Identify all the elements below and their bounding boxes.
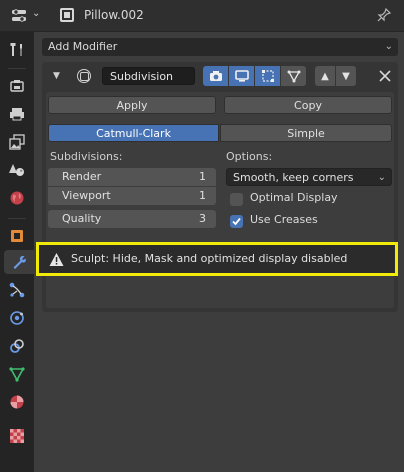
viewport-levels-value: 1 <box>199 189 206 202</box>
cone-sphere-icon <box>9 164 24 176</box>
render-levels-value: 1 <box>199 170 206 183</box>
move-down-button[interactable]: ▼ <box>336 66 356 86</box>
object-icon <box>60 8 74 22</box>
options-label: Options: <box>226 150 273 163</box>
physics-tab[interactable] <box>4 306 30 330</box>
close-icon[interactable] <box>378 69 392 83</box>
particles-icon <box>9 282 25 298</box>
cube-icon <box>11 230 23 242</box>
show-viewport-toggle[interactable] <box>229 66 254 86</box>
image-stack-icon <box>9 134 25 150</box>
particles-tab[interactable] <box>4 278 30 302</box>
monitor-icon <box>234 70 249 82</box>
subdivision-modifier-icon <box>77 69 91 83</box>
viewport-levels-label: Viewport <box>62 189 111 202</box>
vertex-triangle-icon <box>287 70 300 83</box>
checker-texture-icon <box>10 429 24 443</box>
show-render-toggle[interactable] <box>203 66 228 86</box>
move-modifier-buttons: ▲ ▼ <box>315 66 356 86</box>
warning-text: Sculpt: Hide, Mask and optimized display… <box>71 252 348 265</box>
properties-header: ⌄ Pillow.002 <box>0 0 404 32</box>
show-on-cage-toggle[interactable] <box>281 66 306 86</box>
object-data-tab[interactable] <box>4 362 30 386</box>
arrow-up-icon: ▲ <box>321 70 329 82</box>
uv-smooth-dropdown[interactable]: Smooth, keep corners ⌄ <box>226 168 392 186</box>
optimal-display-label: Optimal Display <box>250 191 338 204</box>
uv-smooth-value: Smooth, keep corners <box>233 171 354 184</box>
tool-icon <box>10 43 22 56</box>
add-modifier-label: Add Modifier <box>48 40 118 53</box>
mesh-triangle-icon <box>9 367 25 382</box>
collapse-triangle-icon[interactable]: ▼ <box>53 71 60 81</box>
move-up-button[interactable]: ▲ <box>315 66 335 86</box>
modifier-properties-panel: Add Modifier ⌄ ▼ Subdivision ▲ ▼ Apply C… <box>34 32 404 472</box>
object-tab[interactable] <box>4 224 30 248</box>
catmull-clark-option[interactable]: Catmull-Clark <box>48 124 219 142</box>
material-tab[interactable] <box>4 390 30 414</box>
checkmark-icon <box>232 217 241 226</box>
use-creases-label: Use Creases <box>250 213 318 226</box>
constraints-tab[interactable] <box>4 334 30 358</box>
quality-value: 3 <box>199 212 206 225</box>
properties-editor-icon <box>12 9 26 22</box>
show-in-editmode-toggle[interactable] <box>255 66 280 86</box>
edit-mode-square-icon <box>261 70 274 82</box>
warning-icon <box>49 253 64 266</box>
camera-back-icon <box>10 80 24 92</box>
chevron-down-icon: ⌄ <box>384 41 393 52</box>
world-tab[interactable] <box>4 186 30 210</box>
quality-field[interactable]: Quality 3 <box>48 210 216 228</box>
render-levels-field[interactable]: Render 1 <box>48 168 216 186</box>
viewport-levels-field[interactable]: Viewport 1 <box>48 187 216 205</box>
constraint-icon <box>10 339 24 353</box>
visibility-toggles <box>203 66 306 86</box>
pin-icon[interactable] <box>376 7 392 23</box>
copy-button[interactable]: Copy <box>224 96 392 114</box>
tool-tab[interactable] <box>4 38 30 62</box>
camera-icon <box>209 71 222 81</box>
view-layer-tab[interactable] <box>4 130 30 154</box>
editor-type-button[interactable]: ⌄ <box>6 6 46 26</box>
chevron-down-icon: ⌄ <box>377 172 386 183</box>
wrench-icon <box>13 256 26 269</box>
simple-option[interactable]: Simple <box>220 124 392 142</box>
render-tab[interactable] <box>4 74 30 98</box>
physics-orbit-icon <box>10 311 24 325</box>
object-name: Pillow.002 <box>84 8 144 22</box>
material-sphere-icon <box>10 395 24 409</box>
add-modifier-dropdown[interactable]: Add Modifier ⌄ <box>42 38 398 56</box>
modifier-name-field[interactable]: Subdivision <box>102 67 195 85</box>
arrow-down-icon: ▼ <box>342 70 350 82</box>
scene-tab[interactable] <box>4 158 30 182</box>
texture-tab[interactable] <box>4 424 30 448</box>
quality-label: Quality <box>62 212 102 225</box>
optimal-display-checkbox[interactable] <box>230 193 243 206</box>
sculpt-warning-message: Sculpt: Hide, Mask and optimized display… <box>36 242 398 276</box>
output-tab[interactable] <box>4 102 30 126</box>
chevron-down-icon: ⌄ <box>32 8 41 19</box>
apply-button[interactable]: Apply <box>48 96 216 114</box>
use-creases-checkbox[interactable] <box>230 215 243 228</box>
properties-tabs <box>0 32 34 472</box>
modifiers-tab[interactable] <box>4 250 34 274</box>
subdivisions-label: Subdivisions: <box>50 150 123 163</box>
modifier-header: ▼ Subdivision ▲ ▼ <box>42 62 398 92</box>
render-levels-label: Render <box>62 170 102 183</box>
printer-icon <box>10 108 24 121</box>
globe-icon <box>10 191 24 205</box>
